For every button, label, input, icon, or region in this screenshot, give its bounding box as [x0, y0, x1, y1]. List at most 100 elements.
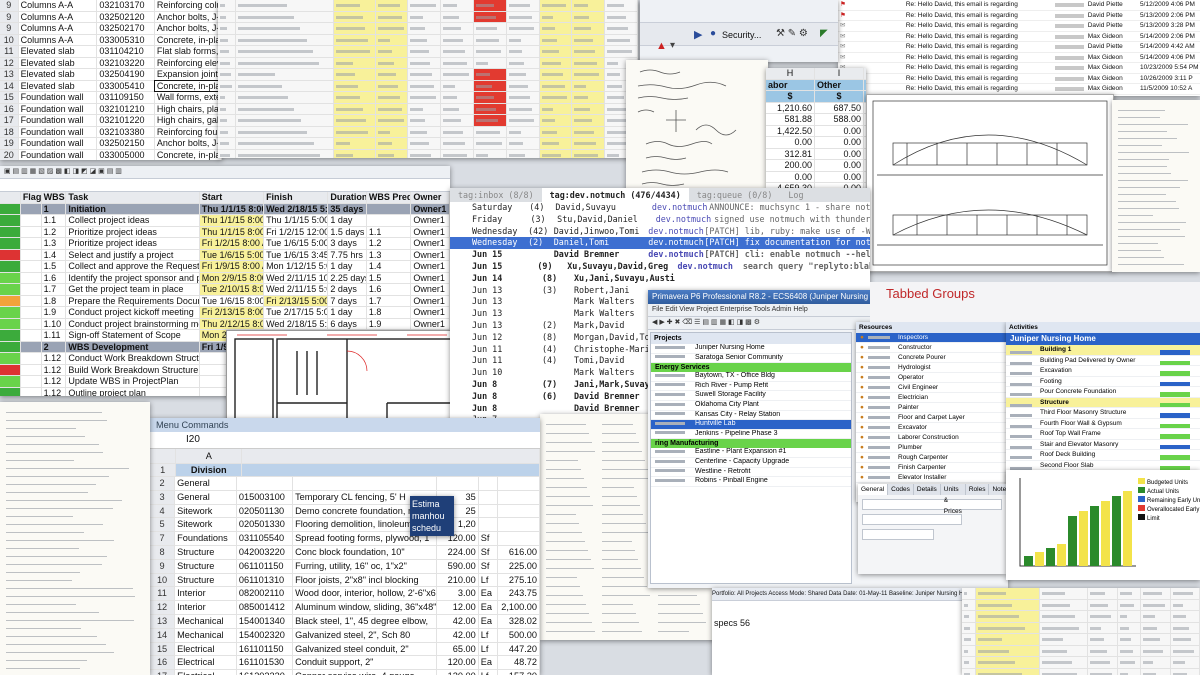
thread-count[interactable]: (4): [542, 355, 574, 367]
resource-row[interactable]: ● Operator: [856, 373, 1006, 383]
finish-cell[interactable]: Wed 2/11/15 10:00 AM: [264, 272, 329, 283]
thread-authors[interactable]: Daniel,Tomi: [554, 237, 649, 249]
estimate-row[interactable]: 5 Sitework 020501330 Flooring demolition, l…: [150, 518, 540, 533]
play-icon[interactable]: ▶: [694, 28, 702, 41]
flag-cell[interactable]: [21, 387, 42, 396]
email-date[interactable]: 10/23/2009 5:54 PM: [1138, 63, 1200, 73]
cell-code[interactable]: 032103380: [97, 126, 155, 137]
project-name[interactable]: Juniper Nursing Home: [695, 344, 765, 351]
finish-cell[interactable]: Tue 1/6/15 5:00 PM: [264, 238, 329, 249]
estimate-row[interactable]: 7 Foundations 031105540 Spread footing form…: [150, 532, 540, 546]
thread-count[interactable]: [542, 367, 574, 379]
predecessors-cell[interactable]: 1.3: [367, 249, 412, 260]
cell-area[interactable]: Foundation wall: [19, 115, 98, 126]
finish-cell[interactable]: Wed 2/18/15 5:00 PM: [264, 203, 329, 214]
resource-name[interactable]: Constructor: [898, 344, 932, 351]
labor-value[interactable]: 312.81: [766, 148, 815, 159]
unit-cell[interactable]: [479, 504, 499, 518]
activity-name[interactable]: Structure: [1040, 398, 1160, 408]
wbs-cell[interactable]: 1.2: [42, 226, 67, 237]
quantity-cell[interactable]: 224.00: [437, 545, 479, 559]
email-from[interactable]: Max Gideon: [1086, 84, 1138, 94]
resource-row[interactable]: ● Laborer Construction: [856, 433, 1006, 443]
mail-thread-row[interactable]: Jun 15 (9) Xu,Suvayu,David,Greg dev.notmuch…: [450, 261, 870, 273]
predecessors-cell[interactable]: 1.7: [367, 295, 412, 306]
task-row[interactable]: 1.2 Prioritize project ideas Thu 1/1/15 8:…: [0, 226, 450, 238]
other-value[interactable]: 0.00: [815, 160, 864, 171]
description-cell[interactable]: Floor joists, 2"x8" incl blocking: [293, 573, 438, 587]
activity-name[interactable]: Roof Deck Building: [1040, 450, 1160, 460]
finish-cell[interactable]: Wed 2/11/15 5:00 PM: [264, 284, 329, 295]
flag-cell[interactable]: [21, 238, 42, 249]
flag-cell[interactable]: [21, 330, 42, 341]
project-name[interactable]: Suwell Storage Facility: [695, 391, 766, 398]
email-date[interactable]: 11/5/2009 10:52 A: [1138, 84, 1200, 94]
tab-log[interactable]: Log: [780, 188, 811, 202]
project-name[interactable]: Saratoga Senior Community: [695, 354, 783, 361]
activity-name[interactable]: Building 1: [1040, 345, 1160, 355]
thread-count[interactable]: (42): [528, 226, 554, 238]
tab-dev-notmuch[interactable]: tag:dev.notmuch (476/4434): [541, 188, 689, 202]
email-row[interactable]: ✉Re: Hello David, this email is regardin…: [838, 42, 1200, 53]
estimate-row[interactable]: 4 Sitework 020501130 Demo concrete foundati…: [150, 504, 540, 519]
cost-cell[interactable]: [498, 532, 540, 545]
thread-authors[interactable]: David,Suvayu: [555, 202, 652, 214]
thread-date[interactable]: Jun 11: [450, 355, 542, 367]
mail-thread-row[interactable]: Wednesday (2) Daniel,Tomi dev.notmuch [PATCH…: [450, 237, 870, 250]
quantity-cell[interactable]: 120.00: [437, 670, 479, 675]
thread-subject[interactable]: [PATCH] fix documentation for notmuch--l…: [704, 237, 870, 249]
shield-icon[interactable]: ●: [710, 28, 716, 39]
unit-cell[interactable]: [479, 518, 499, 532]
other-value[interactable]: 687.50: [815, 102, 864, 113]
finish-cell[interactable]: Mon 1/12/15 5:00 PM: [264, 261, 329, 272]
email-subject[interactable]: Re: Hello David, this email is regarding: [904, 63, 1053, 73]
owner-cell[interactable]: Owner1: [411, 203, 450, 214]
duration-cell[interactable]: 35 days: [328, 203, 367, 214]
task-row[interactable]: 1.6Identify the project sponsor and proj…: [0, 272, 450, 284]
thread-count[interactable]: (2): [528, 237, 554, 249]
email-date[interactable]: 5/14/2009 4:06 PM: [1138, 53, 1200, 63]
quantity-cell[interactable]: [437, 477, 479, 490]
resource-name[interactable]: Floor and Carpet Layer: [898, 414, 965, 421]
code-cell[interactable]: 161101150: [237, 642, 294, 656]
project-name[interactable]: Oklahoma City Plant: [695, 401, 759, 408]
resource-row[interactable]: ● Civil Engineer: [856, 383, 1006, 393]
activity-name[interactable]: Footing: [1040, 377, 1160, 387]
email-date[interactable]: 5/14/2009 4:42 AM: [1138, 42, 1200, 52]
task-name-cell[interactable]: Sign-off Statement of Scope: [66, 330, 200, 341]
task-name-cell[interactable]: Collect project ideas: [66, 215, 200, 226]
project-row[interactable]: Rich River - Pump Refit: [651, 382, 851, 392]
resource-row[interactable]: ● Concrete Pourer: [856, 353, 1006, 363]
description-cell[interactable]: Conduit support, 2": [293, 656, 438, 670]
predecessors-cell[interactable]: 1.5: [367, 272, 412, 283]
project-name[interactable]: Baytown, TX - Office Bldg: [695, 372, 775, 379]
thread-count[interactable]: (8): [542, 332, 574, 344]
resource-row[interactable]: ● Plumber: [856, 443, 1006, 453]
cost-cell[interactable]: [498, 518, 540, 532]
flag-icon[interactable]: ✉: [838, 42, 904, 52]
email-row[interactable]: ✉Re: Hello David, this email is regardin…: [838, 53, 1200, 63]
finish-cell[interactable]: Thu 1/1/15 5:00 PM: [264, 215, 329, 226]
cost-cell[interactable]: 616.00: [498, 545, 540, 559]
cost-cell[interactable]: 48.72: [498, 656, 540, 670]
start-cell[interactable]: Thu 1/1/15 8:00 AM: [199, 226, 265, 237]
finish-cell[interactable]: Fri 1/2/15 12:00 PM: [264, 226, 329, 237]
thread-date[interactable]: Wednesday: [450, 226, 528, 238]
division-cell[interactable]: Sitework: [175, 504, 237, 518]
predecessors-cell[interactable]: [367, 203, 412, 214]
wbs-cell[interactable]: 1.12: [42, 387, 67, 396]
cell-area[interactable]: Foundation wall: [19, 138, 98, 149]
resource-row[interactable]: ● Hydrologist: [856, 363, 1006, 373]
task-name-cell[interactable]: Outline project plan: [66, 387, 200, 396]
owner-cell[interactable]: Owner1: [411, 238, 450, 249]
thread-count[interactable]: [542, 296, 574, 308]
thread-count[interactable]: (3): [530, 214, 557, 226]
resource-row[interactable]: ● Finish Carpenter: [856, 463, 1006, 473]
estimate-row[interactable]: 17Electrical161202330Copper service wire…: [150, 670, 540, 675]
mail-thread-row[interactable]: Friday (3) Stu,David,Daniel dev.notmuch sign…: [450, 214, 870, 226]
thread-subject[interactable]: [PATCH] cli: enable notmuch --help comma…: [704, 249, 870, 261]
resource-name[interactable]: Civil Engineer: [898, 384, 938, 391]
other-value[interactable]: 588.00: [815, 114, 864, 125]
thread-subject[interactable]: signed use notmuch with thunderbird ?: [714, 214, 870, 226]
task-name-cell[interactable]: Update WBS in ProjectPlan: [66, 376, 200, 387]
